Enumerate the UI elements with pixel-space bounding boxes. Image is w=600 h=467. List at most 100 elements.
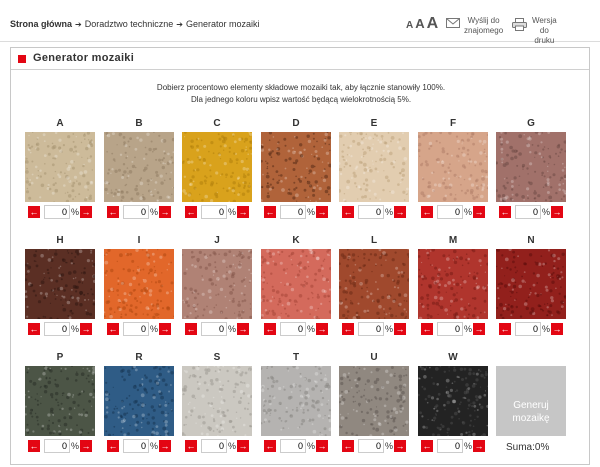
mosaic-tile: E ←%→ bbox=[339, 118, 409, 220]
percent-input[interactable] bbox=[123, 439, 149, 453]
generate-mosaic-button[interactable]: Generuj mozaikę bbox=[496, 366, 566, 436]
decrease-arrow-icon[interactable]: ← bbox=[185, 440, 197, 452]
increase-arrow-icon[interactable]: → bbox=[316, 440, 328, 452]
instructions-line-1: Dobierz procentowo elementy składowe moz… bbox=[156, 83, 446, 92]
font-size-medium-button[interactable]: A bbox=[415, 16, 424, 31]
percent-input[interactable] bbox=[358, 439, 384, 453]
increase-arrow-icon[interactable]: → bbox=[80, 440, 92, 452]
percent-sign: % bbox=[71, 207, 80, 217]
send-to-friend-label: Wyślij do znajomego bbox=[464, 16, 504, 35]
decrease-arrow-icon[interactable]: ← bbox=[107, 323, 119, 335]
percent-input[interactable] bbox=[280, 439, 306, 453]
increase-arrow-icon[interactable]: → bbox=[159, 206, 171, 218]
increase-arrow-icon[interactable]: → bbox=[316, 206, 328, 218]
decrease-arrow-icon[interactable]: ← bbox=[342, 323, 354, 335]
percent-input[interactable] bbox=[437, 205, 463, 219]
breadcrumb-section-link[interactable]: Doradztwo techniczne bbox=[85, 19, 174, 29]
decrease-arrow-icon[interactable]: ← bbox=[28, 323, 40, 335]
decrease-arrow-icon[interactable]: ← bbox=[28, 206, 40, 218]
mosaic-label: J bbox=[214, 235, 220, 246]
increase-arrow-icon[interactable]: → bbox=[159, 323, 171, 335]
decrease-arrow-icon[interactable]: ← bbox=[107, 206, 119, 218]
percent-stepper: ←%→ bbox=[339, 205, 409, 220]
percent-stepper: ←%→ bbox=[496, 322, 566, 337]
percent-input[interactable] bbox=[201, 439, 227, 453]
mosaic-label: M bbox=[448, 235, 458, 246]
percent-input[interactable] bbox=[437, 322, 463, 336]
percent-input[interactable] bbox=[358, 205, 384, 219]
percent-input[interactable] bbox=[515, 322, 541, 336]
percent-input[interactable] bbox=[201, 205, 227, 219]
decrease-arrow-icon[interactable]: ← bbox=[264, 323, 276, 335]
percent-sign: % bbox=[307, 207, 316, 217]
increase-arrow-icon[interactable]: → bbox=[316, 323, 328, 335]
percent-input[interactable] bbox=[201, 322, 227, 336]
decrease-arrow-icon[interactable]: ← bbox=[107, 440, 119, 452]
increase-arrow-icon[interactable]: → bbox=[394, 440, 406, 452]
increase-arrow-icon[interactable]: → bbox=[394, 323, 406, 335]
breadcrumb: Strona główna ➔ Doradztwo techniczne ➔ Gener… bbox=[10, 19, 260, 29]
decrease-arrow-icon[interactable]: ← bbox=[342, 206, 354, 218]
increase-arrow-icon[interactable]: → bbox=[394, 206, 406, 218]
mosaic-label: R bbox=[135, 352, 143, 363]
increase-arrow-icon[interactable]: → bbox=[473, 323, 485, 335]
mosaic-swatch bbox=[339, 132, 409, 202]
percent-input[interactable] bbox=[123, 205, 149, 219]
decrease-arrow-icon[interactable]: ← bbox=[421, 323, 433, 335]
percent-input[interactable] bbox=[44, 322, 70, 336]
decrease-arrow-icon[interactable]: ← bbox=[185, 323, 197, 335]
mosaic-swatch bbox=[496, 249, 566, 319]
percent-sign: % bbox=[307, 324, 316, 334]
mosaic-tile: H ←%→ bbox=[25, 235, 95, 337]
decrease-arrow-icon[interactable]: ← bbox=[342, 440, 354, 452]
percent-stepper: ←%→ bbox=[418, 439, 488, 454]
percent-input[interactable] bbox=[44, 205, 70, 219]
percent-stepper: ←%→ bbox=[104, 205, 174, 220]
increase-arrow-icon[interactable]: → bbox=[237, 323, 249, 335]
mosaic-swatch bbox=[418, 366, 488, 436]
percent-stepper: ←%→ bbox=[418, 205, 488, 220]
percent-input[interactable] bbox=[515, 205, 541, 219]
mosaic-label: A bbox=[56, 118, 64, 129]
increase-arrow-icon[interactable]: → bbox=[551, 323, 563, 335]
font-size-large-button[interactable]: A bbox=[427, 15, 439, 33]
increase-arrow-icon[interactable]: → bbox=[159, 440, 171, 452]
mosaic-label: I bbox=[137, 235, 141, 246]
font-size-small-button[interactable]: A bbox=[406, 20, 413, 31]
increase-arrow-icon[interactable]: → bbox=[473, 440, 485, 452]
percent-input[interactable] bbox=[358, 322, 384, 336]
increase-arrow-icon[interactable]: → bbox=[473, 206, 485, 218]
increase-arrow-icon[interactable]: → bbox=[237, 206, 249, 218]
mosaic-tile: F ←%→ bbox=[418, 118, 488, 220]
breadcrumb-home-link[interactable]: Strona główna bbox=[10, 19, 72, 29]
percent-input[interactable] bbox=[280, 205, 306, 219]
decrease-arrow-icon[interactable]: ← bbox=[264, 206, 276, 218]
mosaic-swatch bbox=[182, 366, 252, 436]
mosaic-tile: T ←%→ bbox=[261, 352, 331, 454]
decrease-arrow-icon[interactable]: ← bbox=[185, 206, 197, 218]
decrease-arrow-icon[interactable]: ← bbox=[28, 440, 40, 452]
increase-arrow-icon[interactable]: → bbox=[237, 440, 249, 452]
percent-input[interactable] bbox=[44, 439, 70, 453]
decrease-arrow-icon[interactable]: ← bbox=[499, 323, 511, 335]
percent-input[interactable] bbox=[280, 322, 306, 336]
decrease-arrow-icon[interactable]: ← bbox=[421, 440, 433, 452]
decrease-arrow-icon[interactable]: ← bbox=[499, 206, 511, 218]
decrease-arrow-icon[interactable]: ← bbox=[421, 206, 433, 218]
percent-input[interactable] bbox=[123, 322, 149, 336]
percent-sign: % bbox=[385, 324, 394, 334]
percent-sign: % bbox=[150, 441, 159, 451]
mosaic-swatch bbox=[339, 249, 409, 319]
mosaic-label: U bbox=[370, 352, 378, 363]
percent-sign: % bbox=[228, 207, 237, 217]
mosaic-swatch bbox=[261, 249, 331, 319]
increase-arrow-icon[interactable]: → bbox=[551, 206, 563, 218]
percent-sign: % bbox=[228, 441, 237, 451]
increase-arrow-icon[interactable]: → bbox=[80, 206, 92, 218]
percent-stepper: ←%→ bbox=[25, 322, 95, 337]
percent-input[interactable] bbox=[437, 439, 463, 453]
mosaic-label: K bbox=[292, 235, 300, 246]
sum-readout: Suma:0% bbox=[506, 442, 549, 453]
decrease-arrow-icon[interactable]: ← bbox=[264, 440, 276, 452]
increase-arrow-icon[interactable]: → bbox=[80, 323, 92, 335]
